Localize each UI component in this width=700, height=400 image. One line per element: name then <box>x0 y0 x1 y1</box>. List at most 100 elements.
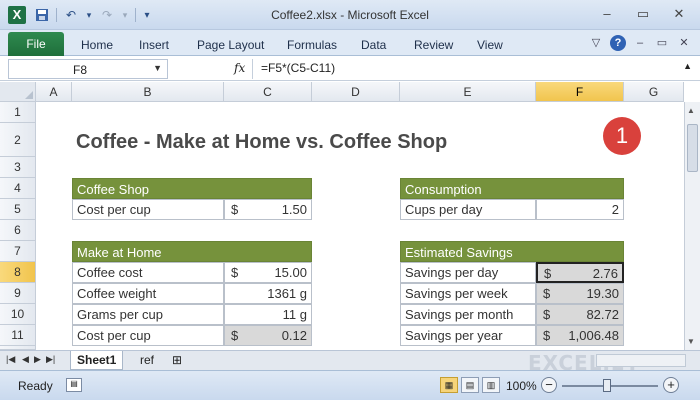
scroll-up-icon[interactable]: ▲ <box>687 106 695 115</box>
consumption-header[interactable]: Consumption <box>400 178 624 199</box>
next-sheet-icon[interactable]: ▶ <box>34 354 41 365</box>
insert-function-icon[interactable]: fx <box>234 61 245 75</box>
cups-per-day-value[interactable]: 2 <box>536 199 624 220</box>
home-cost-per-cup-cell[interactable]: $ 0.12 <box>224 325 312 346</box>
help-icon[interactable]: ? <box>610 35 626 51</box>
tab-home[interactable]: Home <box>81 38 113 52</box>
home-row-label[interactable]: Coffee cost <box>72 262 224 283</box>
zoom-slider-thumb[interactable] <box>603 379 611 392</box>
row-header-1[interactable]: 1 <box>0 102 36 123</box>
savings-row-value-cell[interactable]: $ 1,006.48 <box>536 325 624 346</box>
sheet-tab-ref[interactable]: ref <box>134 351 160 370</box>
savings-per-day-cell[interactable]: $ 2.76 <box>536 262 624 283</box>
restore-icon[interactable]: ▭ <box>632 6 654 22</box>
tab-insert[interactable]: Insert <box>139 38 169 52</box>
zoom-level[interactable]: 100% <box>506 379 537 393</box>
horizontal-scrollbar[interactable] <box>596 354 686 367</box>
tab-formulas[interactable]: Formulas <box>287 38 337 52</box>
zoom-in-icon[interactable]: + <box>663 377 679 393</box>
macro-recording-icon[interactable]: ▤ <box>66 378 82 392</box>
sheet-title[interactable]: Coffee - Make at Home vs. Coffee Shop <box>76 131 447 154</box>
row-header-9[interactable]: 9 <box>0 283 36 304</box>
column-header-a[interactable]: A <box>36 82 72 102</box>
home-row-value-cell[interactable]: 1361 g <box>224 283 312 304</box>
row-header-6[interactable]: 6 <box>0 220 36 241</box>
column-header-d[interactable]: D <box>312 82 400 102</box>
scroll-down-icon[interactable]: ▼ <box>687 337 695 346</box>
coffee-shop-header[interactable]: Coffee Shop <box>72 178 312 199</box>
insert-sheet-icon[interactable]: ⊞ <box>166 351 188 370</box>
shop-cost-per-cup-cell[interactable]: $ 1.50 <box>224 199 312 220</box>
savings-row-value-cell[interactable]: $ 19.30 <box>536 283 624 304</box>
savings-row-value: 19.30 <box>586 286 619 301</box>
minimize-icon[interactable]: – <box>596 6 618 22</box>
estimated-savings-header[interactable]: Estimated Savings <box>400 241 624 262</box>
home-row-value: 1361 g <box>267 286 307 301</box>
workbook-restore-icon[interactable]: ▭ <box>654 35 670 51</box>
select-all-corner[interactable] <box>0 82 36 102</box>
row-header-4[interactable]: 4 <box>0 178 36 199</box>
row-header-11[interactable]: 11 <box>0 325 36 346</box>
home-row-label[interactable]: Cost per cup <box>72 325 224 346</box>
row-header-3[interactable]: 3 <box>0 157 36 178</box>
savings-row-value-cell[interactable]: $ 82.72 <box>536 304 624 325</box>
home-row-value-cell[interactable]: 11 g <box>224 304 312 325</box>
savings-row-label[interactable]: Savings per month <box>400 304 536 325</box>
cups-per-day-label[interactable]: Cups per day <box>400 199 536 220</box>
savings-row-label[interactable]: Savings per week <box>400 283 536 304</box>
currency-symbol: $ <box>543 328 551 343</box>
formula-input[interactable]: =F5*(C5-C11) <box>252 59 672 79</box>
make-at-home-header[interactable]: Make at Home <box>72 241 312 262</box>
formula-bar: F8 ▼ fx =F5*(C5-C11) ▲ <box>0 57 700 81</box>
sheet-tab-bar: |◀ ◀ ▶ ▶| Sheet1 ref ⊞ EXCELJET <box>0 350 700 375</box>
tab-file[interactable]: File <box>8 32 64 56</box>
page-layout-view-icon[interactable]: ▤ <box>461 377 479 393</box>
name-box-dropdown-icon[interactable]: ▼ <box>153 63 162 73</box>
tab-review[interactable]: Review <box>414 38 453 52</box>
column-header-c[interactable]: C <box>224 82 312 102</box>
row-header-8[interactable]: 8 <box>0 262 36 283</box>
home-row-label[interactable]: Coffee weight <box>72 283 224 304</box>
name-box[interactable]: F8 ▼ <box>8 59 168 79</box>
worksheet-grid[interactable]: A B C D E F G 1 2 3 4 5 6 7 8 9 10 11 Co… <box>0 82 700 350</box>
home-row-label[interactable]: Grams per cup <box>72 304 224 325</box>
workbook-close-icon[interactable]: ✕ <box>676 35 692 51</box>
first-sheet-icon[interactable]: |◀ <box>6 354 15 365</box>
tab-page-layout[interactable]: Page Layout <box>197 38 264 52</box>
home-row-value: 11 g <box>282 307 307 322</box>
tab-data[interactable]: Data <box>361 38 386 52</box>
savings-row-value: 2.76 <box>592 266 618 281</box>
window-controls: – ▭ ✕ <box>596 6 690 22</box>
sheet-tab-sheet1[interactable]: Sheet1 <box>70 351 124 370</box>
vertical-scroll-thumb[interactable] <box>687 124 698 172</box>
prev-sheet-icon[interactable]: ◀ <box>22 354 29 365</box>
savings-row-label[interactable]: Savings per year <box>400 325 536 346</box>
home-row-value: 0.12 <box>281 328 307 343</box>
vertical-scrollbar[interactable]: ▲ ▼ <box>684 102 700 350</box>
column-header-e[interactable]: E <box>400 82 536 102</box>
view-buttons: ▦ ▤ ▥ <box>440 377 500 393</box>
row-header-5[interactable]: 5 <box>0 199 36 220</box>
minimize-ribbon-icon[interactable]: ▽ <box>588 35 604 51</box>
currency-symbol: $ <box>231 265 239 280</box>
workbook-minimize-icon[interactable]: – <box>632 35 648 51</box>
tab-view[interactable]: View <box>477 38 503 52</box>
row-header-7[interactable]: 7 <box>0 241 36 262</box>
column-header-g[interactable]: G <box>624 82 684 102</box>
home-row-value-cell[interactable]: $ 15.00 <box>224 262 312 283</box>
savings-row-value: 82.72 <box>586 307 619 322</box>
status-ready: Ready <box>18 379 53 393</box>
savings-row-label[interactable]: Savings per day <box>400 262 536 283</box>
zoom-out-icon[interactable]: − <box>541 377 557 393</box>
normal-view-icon[interactable]: ▦ <box>440 377 458 393</box>
shop-cost-per-cup-label[interactable]: Cost per cup <box>72 199 224 220</box>
close-icon[interactable]: ✕ <box>668 6 690 22</box>
expand-formula-bar-icon[interactable]: ▲ <box>683 61 692 71</box>
column-header-f[interactable]: F <box>536 82 624 102</box>
page-break-view-icon[interactable]: ▥ <box>482 377 500 393</box>
row-header-10[interactable]: 10 <box>0 304 36 325</box>
title-bar: X ↶ ▾ ↷ ▾ ▾ Coffee2.xlsx - Microsoft Exc… <box>0 0 700 30</box>
column-header-b[interactable]: B <box>72 82 224 102</box>
last-sheet-icon[interactable]: ▶| <box>46 354 55 365</box>
row-header-2[interactable]: 2 <box>0 123 36 157</box>
